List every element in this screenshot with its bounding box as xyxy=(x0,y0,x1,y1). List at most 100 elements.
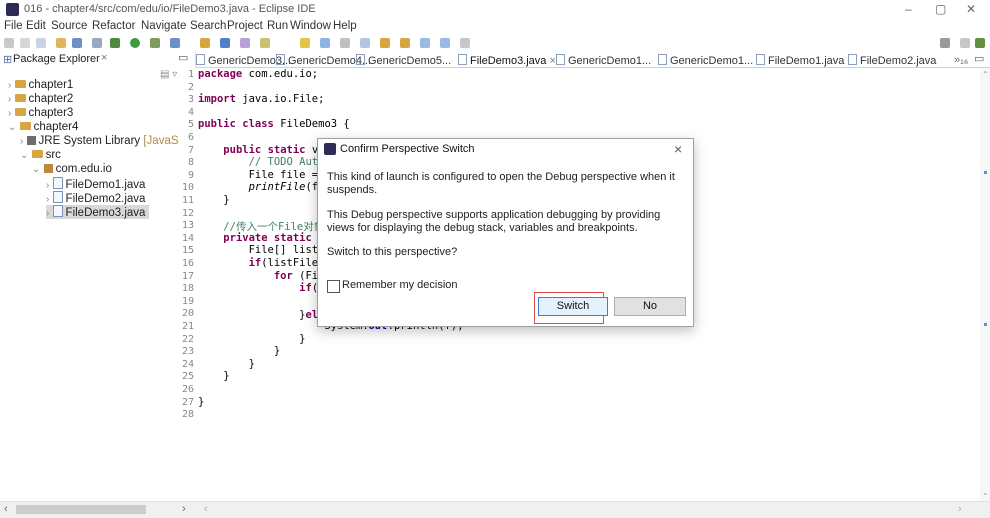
tab-genericdemo5[interactable]: GenericDemo5... xyxy=(356,54,451,67)
tab-genericdemo1[interactable]: GenericDemo1... xyxy=(556,54,651,67)
run-icon[interactable] xyxy=(130,38,140,48)
code-line[interactable]: } xyxy=(198,194,229,206)
menu-source[interactable]: Source xyxy=(51,20,87,32)
whitespace-icon[interactable] xyxy=(360,38,370,48)
minimize-button[interactable]: – xyxy=(905,2,912,16)
tree-item-chapter1[interactable]: › chapter1 xyxy=(8,79,73,91)
maximize-editor-icon[interactable]: ▭ xyxy=(974,52,984,65)
remember-label[interactable]: Remember my decision xyxy=(342,279,458,291)
code-line[interactable]: } xyxy=(198,333,305,345)
menu-window[interactable]: Window xyxy=(290,20,331,32)
code-line[interactable]: private static v xyxy=(198,232,324,244)
search-tool-icon[interactable] xyxy=(260,38,270,48)
new-icon[interactable] xyxy=(4,38,14,48)
prev-annotation-icon[interactable] xyxy=(400,38,410,48)
tree-item-chapter3[interactable]: › chapter3 xyxy=(8,107,73,119)
code-line[interactable]: for (Fil xyxy=(198,270,325,282)
tree-item-package[interactable]: ⌄ com.edu.io xyxy=(32,163,112,175)
menu-edit[interactable]: Edit xyxy=(26,20,46,32)
collapsed-icon[interactable]: › xyxy=(8,108,11,119)
tree-item-filedemo1[interactable]: › FileDemo1.java xyxy=(46,177,145,191)
minimize-view-icon[interactable]: ▭ xyxy=(178,51,188,64)
close-view-icon[interactable]: × xyxy=(101,52,107,64)
scroll-up-icon[interactable]: ⌃ xyxy=(982,70,989,79)
collapsed-icon[interactable]: › xyxy=(46,208,49,219)
editor-scroll-left-icon[interactable]: ‹ xyxy=(204,503,208,515)
code-line[interactable]: public class FileDemo3 { xyxy=(198,118,350,130)
code-line[interactable]: printFile(fi xyxy=(198,181,325,193)
switch-button[interactable]: Switch xyxy=(538,297,608,316)
expanded-icon[interactable]: ⌄ xyxy=(20,150,28,161)
tab-genericdemo1-b[interactable]: GenericDemo1... xyxy=(658,54,753,67)
tree-item-filedemo2[interactable]: › FileDemo2.java xyxy=(46,191,145,205)
tree-item-jre[interactable]: › JRE System Library [JavaSE xyxy=(20,135,186,147)
expanded-icon[interactable]: ⌄ xyxy=(32,164,40,175)
back-icon[interactable] xyxy=(420,38,430,48)
search-icon[interactable] xyxy=(940,38,950,48)
overview-marker[interactable] xyxy=(984,323,987,326)
code-line[interactable]: public static vo xyxy=(198,144,324,156)
coverage-icon[interactable] xyxy=(150,38,160,48)
code-line[interactable]: if(f xyxy=(198,282,324,294)
code-line[interactable]: import java.io.File; xyxy=(198,93,324,105)
vertical-scrollbar[interactable]: ⌃ ⌄ xyxy=(980,68,990,501)
code-line[interactable]: package com.edu.io; xyxy=(198,68,318,80)
collapsed-icon[interactable]: › xyxy=(8,80,11,91)
java-perspective-icon[interactable] xyxy=(975,38,985,48)
overview-marker[interactable] xyxy=(984,171,987,174)
debug-icon[interactable] xyxy=(110,38,120,48)
tree-item-src[interactable]: ⌄ src xyxy=(20,149,61,161)
tree-item-chapter2[interactable]: › chapter2 xyxy=(8,93,73,105)
code-line[interactable]: File file = xyxy=(198,169,319,181)
new-class-icon[interactable] xyxy=(220,38,230,48)
new-java-project-icon[interactable] xyxy=(200,38,210,48)
tab-filedemo1[interactable]: FileDemo1.java xyxy=(756,54,844,67)
forward-icon[interactable] xyxy=(440,38,450,48)
collapsed-icon[interactable]: › xyxy=(46,180,49,191)
editor-scroll-right-icon[interactable]: › xyxy=(958,503,962,515)
code-line[interactable]: } xyxy=(198,345,280,357)
menu-help[interactable]: Help xyxy=(333,20,357,32)
external-tools-icon[interactable] xyxy=(170,38,180,48)
dialog-close-icon[interactable]: × xyxy=(674,141,682,157)
terminal-icon[interactable] xyxy=(72,38,82,48)
code-line[interactable]: } xyxy=(198,396,204,408)
tab-overflow[interactable]: »₁₆ xyxy=(954,54,968,66)
menu-file[interactable]: File xyxy=(4,20,23,32)
close-button[interactable]: ✕ xyxy=(966,2,976,16)
menu-search[interactable]: Search xyxy=(190,20,226,32)
tab-filedemo2[interactable]: FileDemo2.java xyxy=(848,54,936,67)
menu-navigate[interactable]: Navigate xyxy=(141,20,186,32)
package-explorer-tab[interactable]: ⊞ Package Explorer × ▭ ▤ ▿ ⋮ xyxy=(0,51,195,80)
code-line[interactable]: File[] listF xyxy=(198,244,325,256)
horizontal-scrollbar[interactable]: ‹ › ‹ › xyxy=(0,501,990,518)
tab-filedemo3[interactable]: FileDemo3.java × xyxy=(458,54,556,67)
tree-item-filedemo3[interactable]: › FileDemo3.java xyxy=(46,205,150,219)
code-line[interactable]: // TODO Auto xyxy=(198,156,325,168)
skip-breakpoints-icon[interactable] xyxy=(92,38,102,48)
tree-item-chapter4[interactable]: ⌄ chapter4 xyxy=(8,121,78,133)
pin-editor-icon[interactable] xyxy=(460,38,470,48)
maximize-button[interactable]: ▢ xyxy=(935,2,946,16)
collapsed-icon[interactable]: › xyxy=(8,94,11,105)
build-icon[interactable] xyxy=(56,38,66,48)
next-annotation-icon[interactable] xyxy=(380,38,390,48)
menu-project[interactable]: Project xyxy=(227,20,263,32)
annotation-icon[interactable] xyxy=(300,38,310,48)
block-select-icon[interactable] xyxy=(340,38,350,48)
tab-close-icon[interactable]: × xyxy=(549,55,555,67)
collapsed-icon[interactable]: › xyxy=(20,136,23,147)
save-icon[interactable] xyxy=(20,38,30,48)
scroll-right-icon[interactable]: › xyxy=(182,503,186,515)
menu-refactor[interactable]: Refactor xyxy=(92,20,135,32)
code-line[interactable]: } xyxy=(198,358,255,370)
save-all-icon[interactable] xyxy=(36,38,46,48)
scroll-down-icon[interactable]: ⌄ xyxy=(982,488,989,497)
scroll-thumb[interactable] xyxy=(16,505,146,514)
scroll-left-icon[interactable]: ‹ xyxy=(4,503,8,515)
open-type-icon[interactable] xyxy=(240,38,250,48)
menu-run[interactable]: Run xyxy=(267,20,288,32)
collapsed-icon[interactable]: › xyxy=(46,194,49,205)
toggle-mark-icon[interactable] xyxy=(320,38,330,48)
expanded-icon[interactable]: ⌄ xyxy=(8,122,16,133)
